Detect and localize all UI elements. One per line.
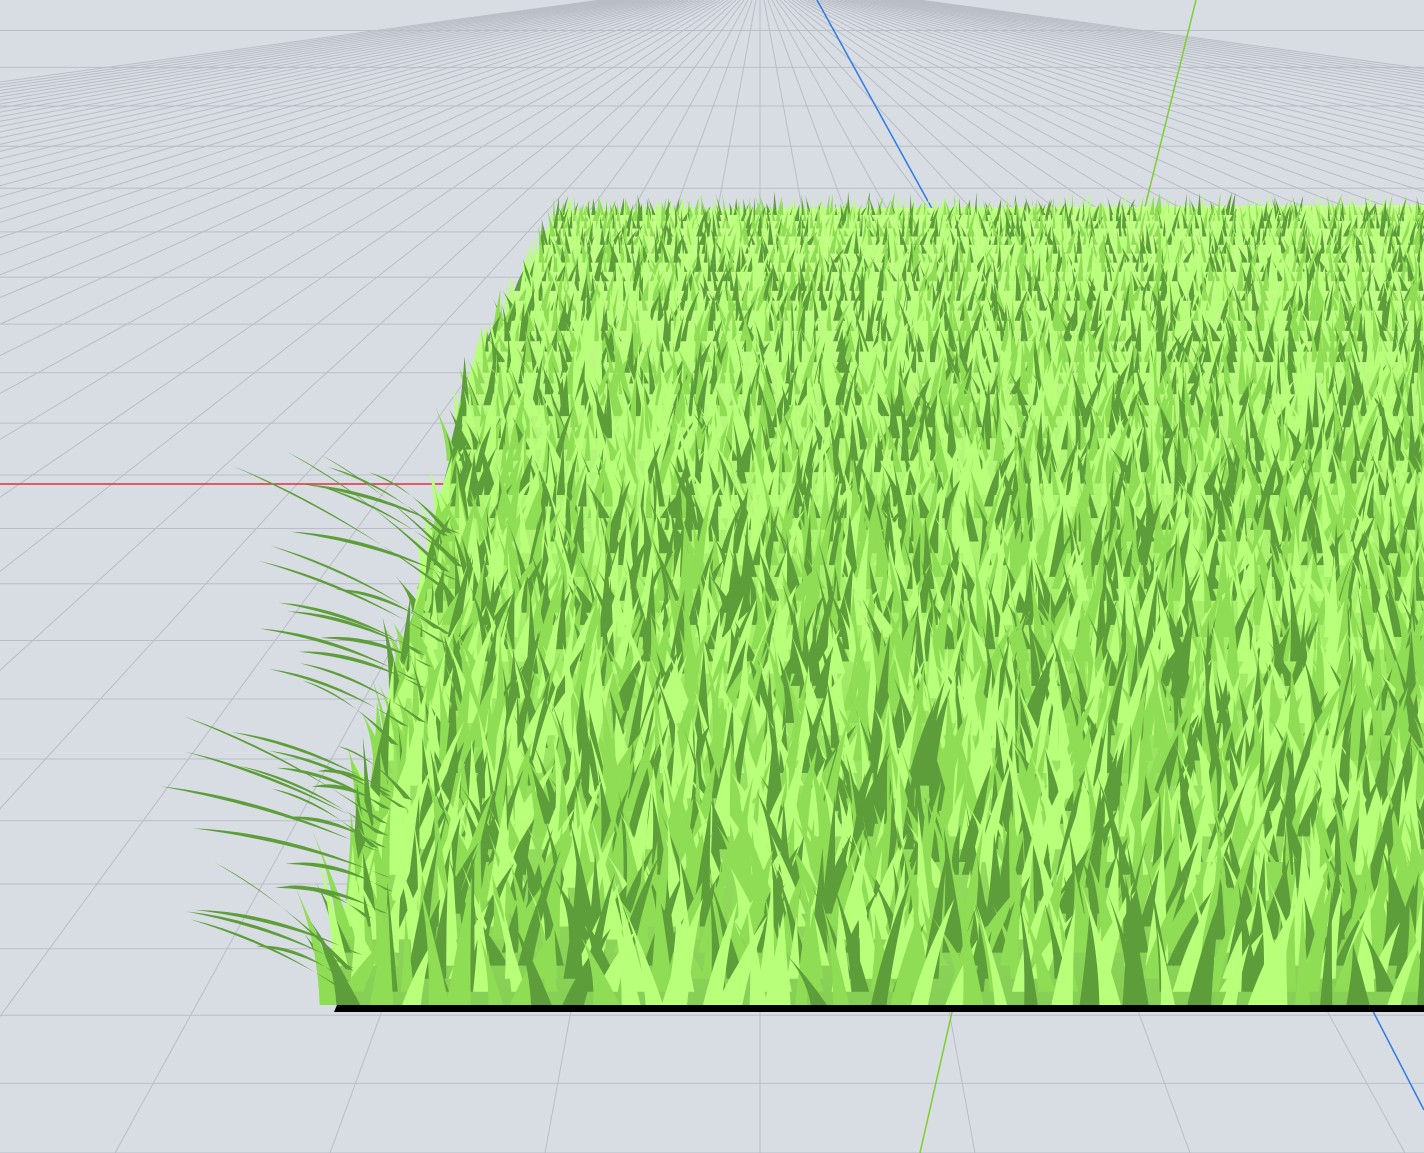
3d-viewport[interactable] [0, 0, 1424, 1153]
scene-canvas[interactable] [0, 0, 1424, 1153]
